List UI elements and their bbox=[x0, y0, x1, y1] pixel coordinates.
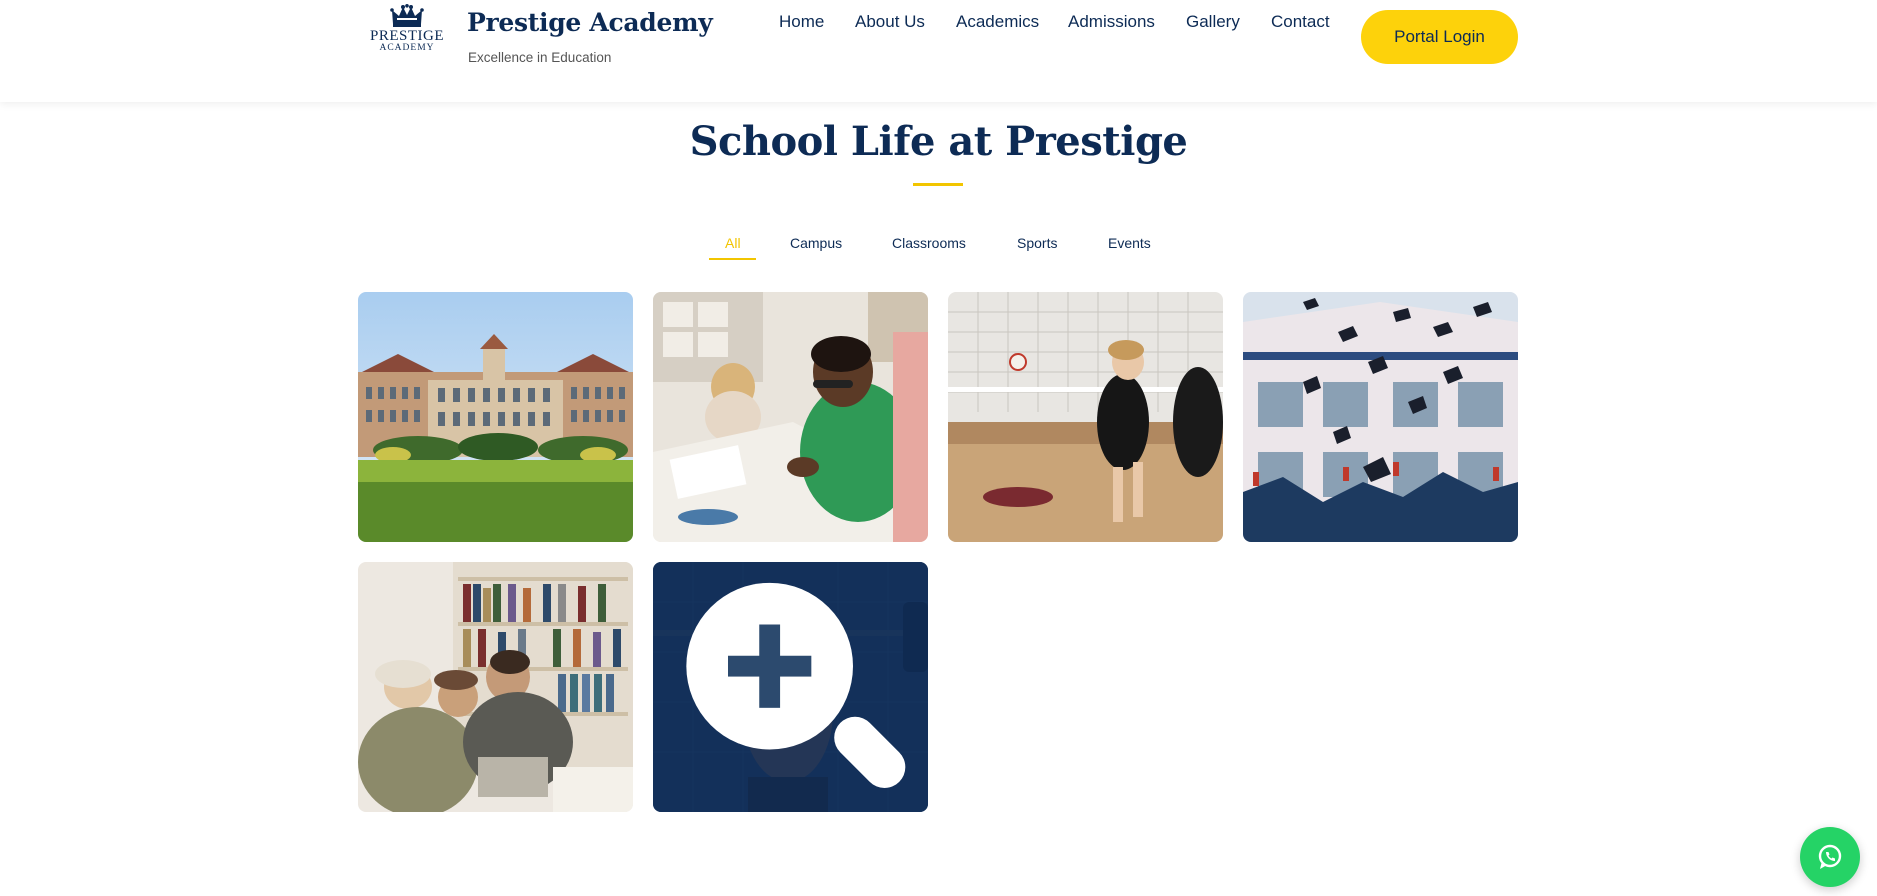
title-underline bbox=[913, 183, 963, 186]
active-filter-underline bbox=[709, 258, 756, 260]
gallery-tile-library[interactable] bbox=[358, 562, 633, 812]
nav-gallery[interactable]: Gallery bbox=[1186, 12, 1240, 32]
crown-icon bbox=[390, 4, 424, 27]
site-header: PRESTIGE ACADEMY Prestige Academy Excell… bbox=[0, 0, 1877, 102]
brand-name[interactable]: Prestige Academy bbox=[467, 8, 713, 37]
filter-events[interactable]: Events bbox=[1108, 235, 1151, 251]
library-group-photo-icon bbox=[358, 562, 633, 812]
nav-contact[interactable]: Contact bbox=[1271, 12, 1330, 32]
campus-building-photo-icon bbox=[358, 292, 633, 542]
nav-home[interactable]: Home bbox=[779, 12, 824, 32]
logo-wordmark: PRESTIGE bbox=[369, 28, 444, 44]
academy-logo[interactable]: PRESTIGE ACADEMY bbox=[366, 4, 448, 60]
graduation-caps-photo-icon bbox=[1243, 292, 1518, 542]
zoom-in-icon[interactable] bbox=[653, 562, 928, 812]
filter-campus[interactable]: Campus bbox=[790, 235, 842, 251]
nav-admissions[interactable]: Admissions bbox=[1068, 12, 1155, 32]
volleyball-photo-icon bbox=[948, 292, 1223, 542]
gallery-tile-events[interactable] bbox=[1243, 292, 1518, 542]
nav-about-us[interactable]: About Us bbox=[855, 12, 925, 32]
students-drawing-photo-icon bbox=[653, 292, 928, 542]
gallery-tile-campus[interactable] bbox=[358, 292, 633, 542]
whatsapp-icon bbox=[1818, 844, 1842, 869]
logo-subword: ACADEMY bbox=[379, 43, 435, 53]
portal-login-button[interactable]: Portal Login bbox=[1361, 10, 1518, 64]
filter-all[interactable]: All bbox=[725, 235, 741, 251]
gallery-tile-sports[interactable] bbox=[948, 292, 1223, 542]
gallery-title: School Life at Prestige bbox=[689, 118, 1188, 165]
whatsapp-chat-button[interactable] bbox=[1800, 827, 1860, 887]
filter-classrooms[interactable]: Classrooms bbox=[892, 235, 966, 251]
brand-tagline: Excellence in Education bbox=[468, 50, 612, 65]
tile-hover-overlay[interactable] bbox=[653, 562, 928, 812]
nav-academics[interactable]: Academics bbox=[956, 12, 1039, 32]
gallery-tile-weightlifting[interactable] bbox=[653, 562, 928, 812]
gallery-tile-classroom[interactable] bbox=[653, 292, 928, 542]
filter-sports[interactable]: Sports bbox=[1017, 235, 1057, 251]
